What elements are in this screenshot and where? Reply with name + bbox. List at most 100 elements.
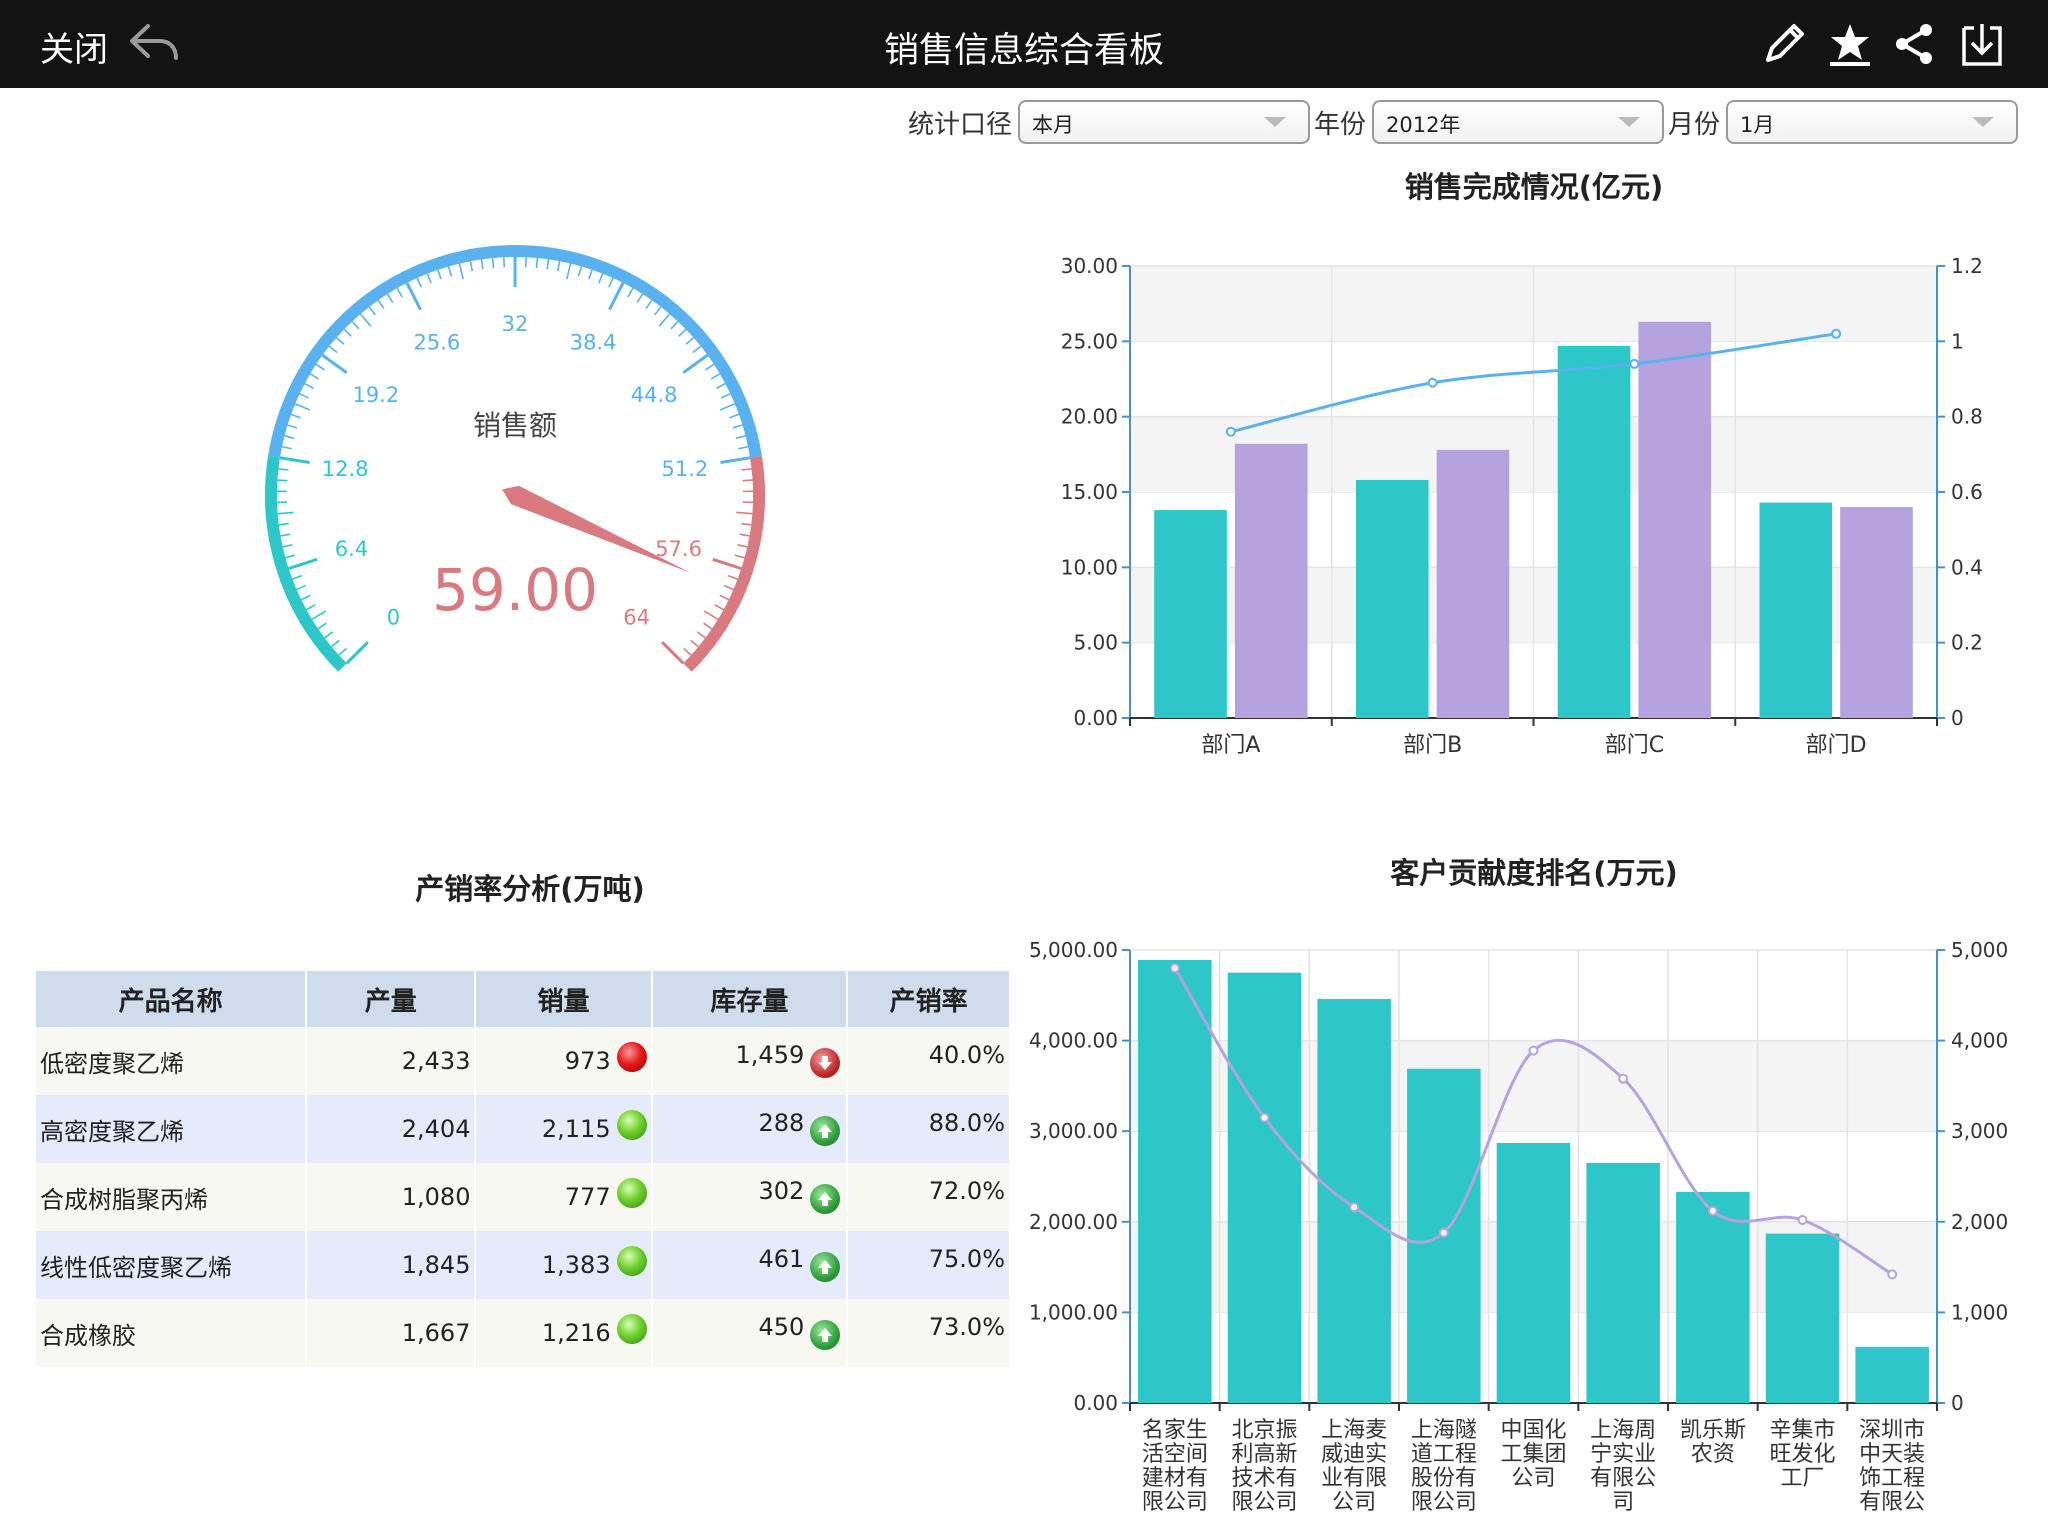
cell-sales: 2,115 xyxy=(475,1095,653,1163)
gauge-tick xyxy=(288,557,318,570)
line-point[interactable] xyxy=(1438,1227,1449,1238)
bar[interactable] xyxy=(1557,345,1631,718)
gauge-tick xyxy=(469,261,474,272)
share-icon[interactable] xyxy=(1886,16,1942,72)
x-tick-label: 辛集市 xyxy=(1769,1418,1835,1443)
line-point[interactable] xyxy=(1349,1202,1360,1213)
line-point[interactable] xyxy=(1831,328,1842,339)
y-tick-label-left: 10.00 xyxy=(1061,555,1118,579)
bar[interactable] xyxy=(1855,1346,1929,1403)
cell-rate: 75.0% xyxy=(847,1231,1011,1299)
gauge-tick-label: 64 xyxy=(623,606,650,630)
gauge-tick xyxy=(683,647,692,656)
production-value: 2,433 xyxy=(401,1047,471,1075)
stat-select[interactable]: 本月 xyxy=(1018,100,1311,144)
line-point[interactable] xyxy=(1259,1112,1270,1123)
y-tick-label-right: 0 xyxy=(1951,706,1964,730)
line-point[interactable] xyxy=(1528,1045,1539,1056)
stat-filter-label: 统计口径 xyxy=(908,109,1013,140)
col-header-sales[interactable]: 销量 xyxy=(475,971,653,1027)
gauge-tick xyxy=(386,293,394,303)
gauge-tick xyxy=(324,631,334,639)
table-row[interactable]: 合成树脂聚丙烯 1,080 777 302 72.0% xyxy=(36,1163,1011,1231)
line-point[interactable] xyxy=(1797,1214,1808,1225)
gauge-tick xyxy=(729,413,740,419)
table-row[interactable]: 合成橡胶 1,667 1,216 450 73.0% xyxy=(36,1299,1011,1367)
cell-rate: 72.0% xyxy=(847,1163,1011,1231)
gauge-tick xyxy=(284,435,295,440)
gauge-tick xyxy=(661,641,685,665)
rate-value: 73.0% xyxy=(928,1313,1005,1341)
table-row[interactable]: 低密度聚乙烯 2,433 973 1,459 40.0% xyxy=(36,1027,1011,1095)
bar[interactable] xyxy=(1436,449,1510,718)
line-point[interactable] xyxy=(1887,1269,1898,1280)
gauge-tick xyxy=(296,584,307,591)
download-icon[interactable] xyxy=(1954,16,2010,72)
x-tick-label: 活空间 xyxy=(1142,1442,1208,1467)
y-tick-label-left: 15.00 xyxy=(1061,480,1118,504)
sales-gauge: 0 6.4 12.8 19.2 25.6 32 38.4 44.8 51.2 57.6 64 销售额 5… xyxy=(265,245,765,672)
bar[interactable] xyxy=(1676,1191,1750,1403)
cell-name: 合成橡胶 xyxy=(36,1299,308,1367)
table-row[interactable]: 线性低密度聚乙烯 1,845 1,383 461 75.0% xyxy=(36,1231,1011,1299)
bar[interactable] xyxy=(1496,1142,1571,1403)
line-point[interactable] xyxy=(1427,377,1438,388)
gauge-tick-label: 38.4 xyxy=(570,331,617,355)
cell-sales: 1,383 xyxy=(475,1231,653,1299)
gauge-tick xyxy=(281,445,292,450)
col-header-rate[interactable]: 产销率 xyxy=(847,971,1011,1027)
y-tick-label-left: 0.00 xyxy=(1073,1391,1118,1415)
edit-icon[interactable] xyxy=(1756,16,1812,72)
cell-sales: 777 xyxy=(475,1163,653,1231)
y-tick-label-right: 5,000 xyxy=(1951,938,2008,962)
x-tick-label: 有限公 xyxy=(1859,1490,1925,1515)
x-tick-label: 公司 xyxy=(1332,1490,1376,1515)
bar[interactable] xyxy=(1355,479,1429,718)
line-point[interactable] xyxy=(1707,1205,1718,1216)
gauge-tick xyxy=(282,543,293,548)
bar[interactable] xyxy=(1638,321,1712,718)
line-point[interactable] xyxy=(1169,963,1180,974)
bar[interactable] xyxy=(1586,1162,1660,1403)
bar[interactable] xyxy=(1840,507,1913,718)
sales-value: 1,383 xyxy=(541,1251,611,1279)
y-tick-label-left: 3,000.00 xyxy=(1029,1119,1118,1143)
cell-production: 1,080 xyxy=(306,1163,477,1231)
bar[interactable] xyxy=(1154,510,1227,718)
rate-value: 72.0% xyxy=(928,1177,1005,1205)
gauge-tick-label: 32 xyxy=(502,312,529,336)
gauge-tick xyxy=(416,277,422,288)
favorite-icon[interactable] xyxy=(1822,16,1878,72)
gauge-tick xyxy=(405,282,422,311)
line-point[interactable] xyxy=(1225,426,1236,437)
line-point[interactable] xyxy=(1629,358,1640,369)
gauge-tick xyxy=(739,533,750,537)
stat-select-value: 本月 xyxy=(1032,113,1075,137)
gauge-tick xyxy=(317,622,327,630)
col-header-name[interactable]: 产品名称 xyxy=(36,971,308,1027)
x-tick-label: 旺发化 xyxy=(1769,1442,1835,1467)
gauge-tick xyxy=(278,522,289,526)
gauge-tick xyxy=(723,584,734,591)
inventory-value: 302 xyxy=(758,1177,805,1205)
line-point[interactable] xyxy=(1618,1073,1629,1084)
x-tick-label: 饰工程 xyxy=(1859,1466,1925,1491)
gauge-tick-label: 57.6 xyxy=(655,537,702,561)
bar[interactable] xyxy=(1759,502,1833,718)
year-select[interactable]: 2012年 xyxy=(1372,100,1665,144)
bar[interactable] xyxy=(1227,972,1302,1403)
gauge-tick xyxy=(343,328,352,337)
col-header-inventory[interactable]: 库存量 xyxy=(651,971,849,1027)
month-select[interactable]: 1月 xyxy=(1726,100,2019,144)
bar[interactable] xyxy=(1765,1233,1840,1403)
bar[interactable] xyxy=(1317,998,1391,1403)
gauge-tick xyxy=(535,257,539,269)
customer-chart-title: 客户贡献度排名(万元) xyxy=(1390,856,1678,890)
gauge-tick xyxy=(426,273,432,284)
col-header-production[interactable]: 产量 xyxy=(306,971,477,1027)
gauge-tick xyxy=(338,647,347,656)
table-row[interactable]: 高密度聚乙烯 2,404 2,115 288 88.0% xyxy=(36,1095,1011,1163)
bar[interactable] xyxy=(1234,443,1308,718)
gauge-tick xyxy=(351,320,360,330)
bar[interactable] xyxy=(1138,959,1212,1403)
